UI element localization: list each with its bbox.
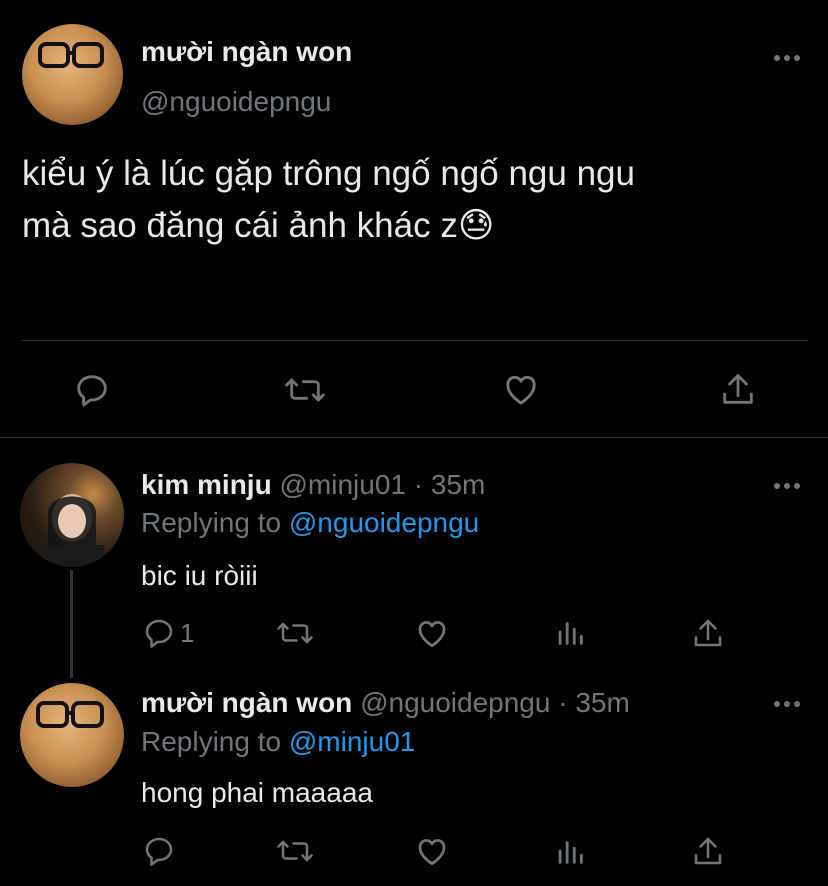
divider (22, 340, 808, 341)
reply-author-meta[interactable]: @minju01 · 35m (279, 469, 485, 500)
analytics-icon[interactable] (553, 834, 587, 868)
reply-author-name[interactable]: mười ngàn won (141, 687, 352, 718)
thread-line (70, 570, 73, 678)
reply-author-meta[interactable]: @nguoidepngu · 35m (360, 687, 630, 718)
replying-to-link[interactable]: @nguoidepngu (289, 507, 479, 538)
replying-to: Replying to @minju01 (141, 726, 415, 758)
reply-text: bic iu ròiii (141, 560, 258, 591)
glasses-icon (38, 42, 104, 68)
reply-header: mười ngàn won @nguoidepngu · 35m (141, 687, 630, 719)
replying-to-link[interactable]: @minju01 (289, 726, 415, 757)
reply-header: kim minju @minju01 · 35m (141, 469, 485, 501)
author-name[interactable]: mười ngàn won (141, 36, 352, 68)
divider (0, 437, 828, 438)
analytics-icon[interactable] (553, 615, 587, 649)
reply-icon[interactable] (141, 615, 177, 651)
ellipsis-icon[interactable] (773, 54, 801, 62)
avatar[interactable] (20, 683, 124, 787)
avatar[interactable] (22, 24, 123, 125)
like-icon[interactable] (500, 368, 542, 410)
like-icon[interactable] (413, 614, 451, 652)
glasses-icon (36, 701, 104, 728)
tweet-text: kiểu ý là lúc gặp trông ngố ngố ngu ngu … (22, 148, 635, 252)
share-icon[interactable] (690, 832, 726, 870)
retweet-icon[interactable] (275, 615, 315, 651)
ellipsis-icon[interactable] (773, 700, 801, 708)
person-photo-icon (40, 494, 104, 567)
reply-text: hong phai maaaaa (141, 777, 373, 808)
tweet-text-line: mà sao đăng cái ảnh khác z😓 (22, 206, 495, 245)
replying-to: Replying to @nguoidepngu (141, 507, 479, 539)
replying-label: Replying to (141, 507, 282, 538)
share-icon[interactable] (718, 368, 758, 410)
ellipsis-icon[interactable] (773, 482, 801, 490)
reply-icon[interactable] (72, 370, 112, 410)
retweet-icon[interactable] (283, 370, 327, 410)
retweet-icon[interactable] (275, 833, 315, 869)
tweet-text-line: kiểu ý là lúc gặp trông ngố ngố ngu ngu (22, 154, 635, 193)
avatar[interactable] (20, 463, 124, 567)
author-handle[interactable]: @nguoidepngu (141, 86, 331, 118)
reply-count: 1 (180, 618, 195, 648)
reply-icon[interactable] (141, 833, 177, 869)
share-icon[interactable] (690, 614, 726, 652)
replying-label: Replying to (141, 726, 282, 757)
like-icon[interactable] (413, 832, 451, 870)
reply-author-name[interactable]: kim minju (141, 469, 272, 500)
